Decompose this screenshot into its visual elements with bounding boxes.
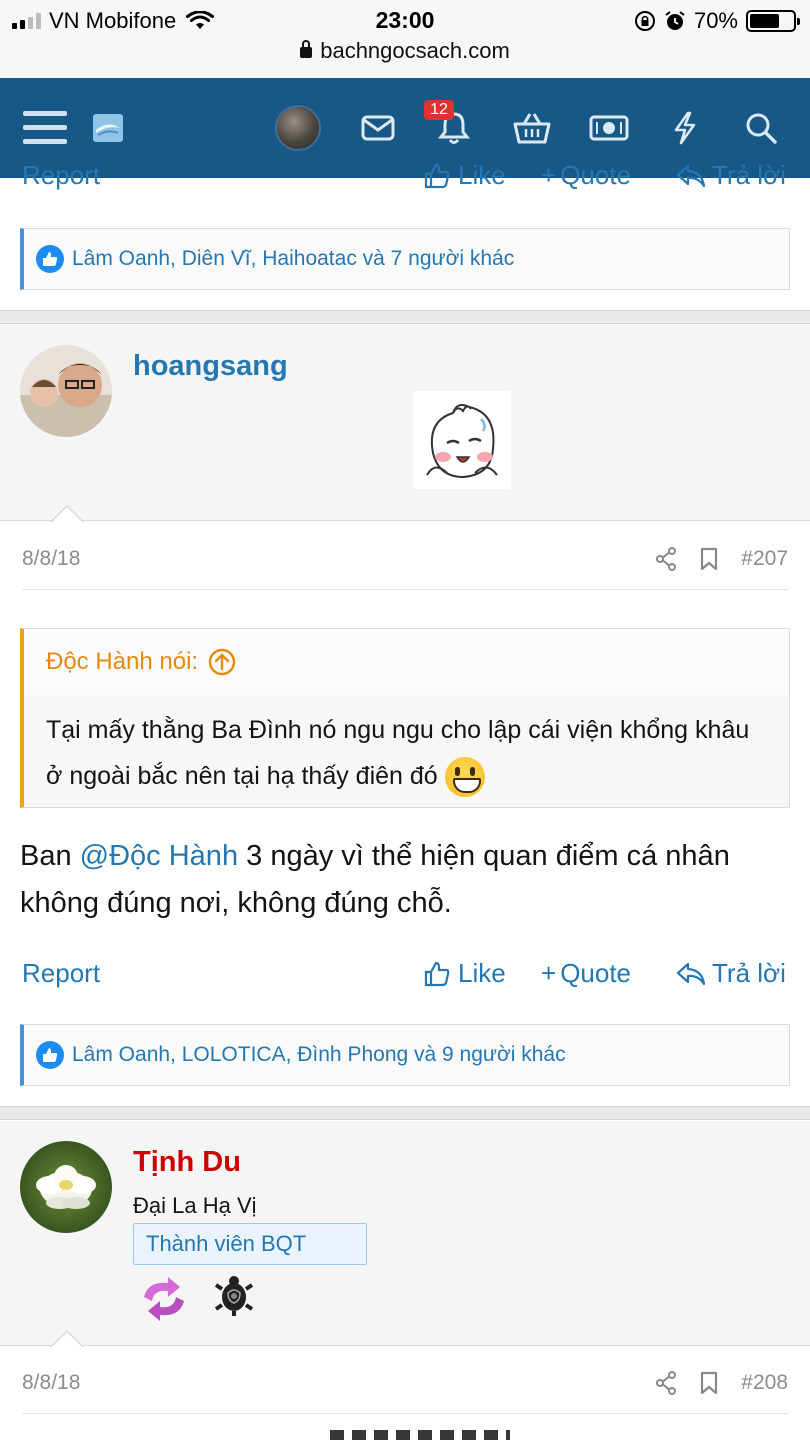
- mail-icon: [361, 115, 395, 141]
- post-207-meta: 8/8/18 #207: [22, 528, 788, 590]
- bookmark-icon[interactable]: [699, 547, 719, 571]
- report-link[interactable]: Report: [22, 958, 100, 989]
- post-208-user-block: Tịnh Du Đại La Hạ Vị Thành viên BQT: [0, 1121, 810, 1348]
- thumbs-up-icon: [424, 961, 450, 986]
- like-label: Like: [458, 160, 506, 190]
- account-avatar[interactable]: [274, 78, 322, 178]
- post-separator: [0, 310, 810, 324]
- thumbs-up-icon: [424, 163, 450, 188]
- basket-icon: [513, 113, 551, 144]
- sync-arrows-icon: [144, 1277, 184, 1321]
- quote-button[interactable]: + Quote: [541, 160, 631, 191]
- user-title: Đại La Hạ Vị: [133, 1193, 257, 1218]
- battery-percent: 70%: [693, 8, 738, 33]
- logo-icon: [93, 114, 123, 142]
- user-avatar[interactable]: [20, 1141, 112, 1233]
- reply-label: Trả lời: [712, 958, 786, 988]
- avatar: [275, 105, 321, 151]
- alarm-icon: [665, 11, 685, 30]
- status-bar: VN Mobifone 23:00 70% bachngocsach.com: [0, 0, 810, 78]
- user-mention-link[interactable]: @Độc Hành: [80, 840, 238, 872]
- hamburger-icon: [23, 111, 67, 144]
- like-button[interactable]: Like: [424, 958, 506, 989]
- rotation-lock-icon: [634, 11, 655, 31]
- reactions-text: Lâm Oanh, Diên Vĩ, Haihoatac và 7 người …: [72, 247, 515, 270]
- post-author[interactable]: Tịnh Du: [133, 1146, 241, 1179]
- page: VN Mobifone 23:00 70% bachngocsach.com 1…: [0, 0, 810, 1440]
- money-icon: [589, 115, 629, 141]
- reply-icon: [676, 164, 706, 187]
- reply-button[interactable]: Trả lời: [676, 958, 786, 989]
- plus-icon: +: [541, 160, 557, 190]
- staff-badge: Thành viên BQT: [133, 1223, 367, 1265]
- search-icon: [746, 113, 777, 144]
- plus-icon: +: [541, 958, 557, 988]
- address-bar[interactable]: bachngocsach.com: [0, 38, 810, 64]
- share-icon[interactable]: [655, 1370, 677, 1395]
- arrow-up-circle-icon[interactable]: [208, 648, 236, 676]
- reply-icon: [676, 962, 706, 985]
- grinning-emoji-icon: [444, 757, 485, 798]
- quote-author: Độc Hành nói:: [46, 648, 199, 675]
- url-text: bachngocsach.com: [320, 38, 510, 63]
- quote-label: Quote: [560, 958, 632, 988]
- quote-body: Tại mấy thằng Ba Đình nó ngu ngu cho lập…: [24, 695, 789, 813]
- turtle-icon: [215, 1276, 254, 1316]
- post-author[interactable]: hoangsang: [133, 350, 288, 383]
- quote-block: Độc Hành nói: Tại mấy thằng Ba Đình nó n…: [20, 628, 790, 808]
- post-date[interactable]: 8/8/18: [22, 547, 80, 571]
- post-text-start: Ban: [20, 840, 80, 872]
- quote-header[interactable]: Độc Hành nói:: [24, 629, 789, 695]
- post-number[interactable]: #208: [741, 1371, 788, 1395]
- like-button[interactable]: Like: [424, 160, 506, 191]
- post-separator: [0, 1106, 810, 1120]
- bookmark-icon[interactable]: [699, 1371, 719, 1395]
- like-reaction-icon: [36, 1041, 64, 1069]
- reactions-text: Lâm Oanh, LOLOTICA, Đình Phong và 9 ngườ…: [72, 1043, 566, 1066]
- post-208-meta: 8/8/18 #208: [22, 1352, 788, 1414]
- reactions-bar[interactable]: Lâm Oanh, Diên Vĩ, Haihoatac và 7 người …: [20, 228, 790, 290]
- user-sticker-image: [413, 391, 511, 489]
- quote-label: Quote: [560, 160, 632, 190]
- user-trophy-icons: [138, 1273, 254, 1325]
- clipped-post-text: [330, 1430, 510, 1440]
- quote-text: Tại mấy thằng Ba Đình nó ngu ngu cho lập…: [46, 716, 750, 790]
- post-arrow: [50, 505, 84, 523]
- like-label: Like: [458, 958, 506, 988]
- lock-icon: [300, 40, 313, 58]
- reply-label: Trả lời: [712, 160, 786, 190]
- inbox-button[interactable]: [360, 78, 396, 178]
- status-right: 70%: [634, 8, 800, 34]
- share-icon[interactable]: [655, 546, 677, 571]
- post-number[interactable]: #207: [741, 547, 788, 571]
- user-avatar[interactable]: [20, 345, 112, 437]
- battery-icon: [746, 10, 800, 32]
- post-date[interactable]: 8/8/18: [22, 1371, 80, 1395]
- reply-button[interactable]: Trả lời: [676, 160, 786, 191]
- reactions-bar[interactable]: Lâm Oanh, LOLOTICA, Đình Phong và 9 ngườ…: [20, 1024, 790, 1086]
- like-reaction-icon: [36, 245, 64, 273]
- post-body: Ban @Độc Hành 3 ngày vì thể hiện quan đi…: [20, 833, 800, 927]
- notification-badge: 12: [424, 100, 454, 120]
- quote-button[interactable]: + Quote: [541, 958, 631, 989]
- lightning-icon: [674, 111, 696, 145]
- report-link[interactable]: Report: [22, 160, 100, 191]
- post-207-user-block: hoangsang: [0, 325, 810, 523]
- post-arrow: [50, 1330, 84, 1348]
